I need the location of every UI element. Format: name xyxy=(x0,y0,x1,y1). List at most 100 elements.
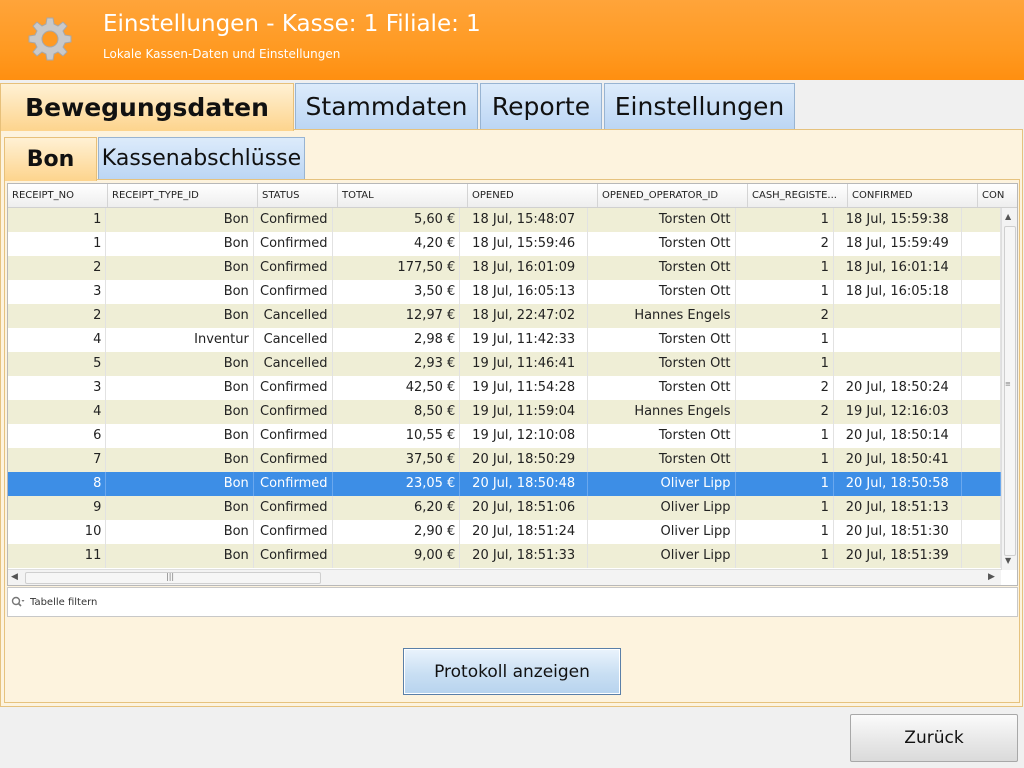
filter-input[interactable] xyxy=(30,592,430,612)
cell-confirmed xyxy=(834,328,962,352)
cell-receipt-no: 1 xyxy=(8,208,107,232)
tab-einstellungen[interactable]: Einstellungen xyxy=(604,83,795,129)
column-header-con[interactable]: CON xyxy=(978,184,1017,207)
cell-receipt-no: 10 xyxy=(8,520,107,544)
column-header-total[interactable]: TOTAL xyxy=(338,184,468,207)
cell-opened: 20 Jul, 18:50:29 xyxy=(460,448,589,472)
vertical-scrollbar[interactable]: ▲ ≡ ▼ xyxy=(1001,208,1017,570)
table-row[interactable]: 5 Bon Cancelled 2,93 €19 Jul, 11:46:41 Torst… xyxy=(8,352,1002,376)
cell-opened-operator: Torsten Ott xyxy=(588,376,736,400)
column-header-receipt-no[interactable]: RECEIPT_NO xyxy=(8,184,108,207)
table-row[interactable]: 8 Bon Confirmed 23,05 €20 Jul, 18:50:48 Oliv… xyxy=(8,472,1002,496)
gear-icon xyxy=(28,17,72,61)
horizontal-scrollbar[interactable]: ◀ ||| ▶ xyxy=(8,569,1001,585)
cell-con xyxy=(962,376,1002,400)
scroll-down-icon[interactable]: ▼ xyxy=(1005,556,1011,565)
tab-bewegungsdaten[interactable]: Bewegungsdaten xyxy=(0,83,294,131)
cell-confirmed: 20 Jul, 18:50:24 xyxy=(834,376,962,400)
table-row[interactable]: 7 Bon Confirmed 37,50 €20 Jul, 18:50:29 Tors… xyxy=(8,448,1002,472)
table-row[interactable]: 2 Bon Cancelled 12,97 €18 Jul, 22:47:02 Hann… xyxy=(8,304,1002,328)
cell-status: Confirmed xyxy=(254,232,333,256)
cell-opened: 18 Jul, 16:05:13 xyxy=(460,280,589,304)
cell-receipt-type: Bon xyxy=(106,304,254,328)
tab-stammdaten[interactable]: Stammdaten xyxy=(295,83,478,129)
cell-con xyxy=(962,304,1002,328)
cell-con xyxy=(962,280,1002,304)
column-header-confirmed[interactable]: CONFIRMED xyxy=(848,184,978,207)
table-row[interactable]: 3 Bon Confirmed 42,50 €19 Jul, 11:54:28 Tors… xyxy=(8,376,1002,400)
cell-opened-operator: Torsten Ott xyxy=(588,256,736,280)
cell-confirmed: 20 Jul, 18:51:13 xyxy=(834,496,962,520)
column-header-opened-operator[interactable]: OPENED_OPERATOR_ID xyxy=(598,184,748,207)
cell-con xyxy=(962,352,1002,376)
cell-total: 5,60 € xyxy=(333,208,461,232)
cell-con xyxy=(962,328,1002,352)
tab-reporte[interactable]: Reporte xyxy=(480,83,602,129)
cell-opened: 19 Jul, 11:54:28 xyxy=(460,376,589,400)
table-row[interactable]: 4 Inventur Cancelled 2,98 €19 Jul, 11:42:33… xyxy=(8,328,1002,352)
table-row[interactable]: 1 Bon Confirmed 4,20 €18 Jul, 15:59:46 Torst… xyxy=(8,232,1002,256)
cell-opened: 18 Jul, 16:01:09 xyxy=(460,256,589,280)
table-row[interactable]: 6 Bon Confirmed 10,55 €19 Jul, 12:10:08 Tors… xyxy=(8,424,1002,448)
cell-total: 3,50 € xyxy=(333,280,461,304)
table-row[interactable]: 10 Bon Confirmed 2,90 €20 Jul, 18:51:24 Oliv… xyxy=(8,520,1002,544)
cell-status: Confirmed xyxy=(254,280,333,304)
cell-status: Confirmed xyxy=(254,544,333,568)
title-bar: Einstellungen - Kasse: 1 Filiale: 1 Loka… xyxy=(0,0,1024,80)
cell-status: Confirmed xyxy=(254,400,333,424)
tab-kassenabschluesse[interactable]: Kassenabschlüsse xyxy=(98,137,305,179)
scroll-left-icon[interactable]: ◀ xyxy=(11,572,18,582)
cell-cash-register: 1 xyxy=(736,448,834,472)
vertical-scroll-thumb[interactable] xyxy=(1004,226,1016,556)
cell-con xyxy=(962,424,1002,448)
table-row[interactable]: 3 Bon Confirmed 3,50 €18 Jul, 16:05:13 Torst… xyxy=(8,280,1002,304)
back-button[interactable]: Zurück xyxy=(850,714,1018,762)
cell-cash-register: 1 xyxy=(736,496,834,520)
cell-confirmed: 18 Jul, 15:59:49 xyxy=(834,232,962,256)
cell-opened-operator: Oliver Lipp xyxy=(588,544,736,568)
cell-receipt-no: 4 xyxy=(8,328,107,352)
cell-opened-operator: Torsten Ott xyxy=(588,280,736,304)
cell-total: 2,90 € xyxy=(333,520,461,544)
table-row[interactable]: 1 Bon Confirmed 5,60 €18 Jul, 15:48:07 Torst… xyxy=(8,208,1002,232)
table-body: 1 Bon Confirmed 5,60 €18 Jul, 15:48:07 Torst… xyxy=(8,208,1002,568)
cell-receipt-type: Inventur xyxy=(106,328,254,352)
cell-opened: 19 Jul, 11:42:33 xyxy=(460,328,589,352)
column-header-cash-register[interactable]: CASH_REGISTE... xyxy=(748,184,848,207)
cell-status: Confirmed xyxy=(254,376,333,400)
cell-opened-operator: Oliver Lipp xyxy=(588,472,736,496)
cell-status: Cancelled xyxy=(254,328,333,352)
cell-confirmed: 18 Jul, 15:59:38 xyxy=(834,208,962,232)
column-header-receipt-type[interactable]: RECEIPT_TYPE_ID xyxy=(108,184,258,207)
cell-opened-operator: Torsten Ott xyxy=(588,328,736,352)
cell-confirmed: 20 Jul, 18:50:41 xyxy=(834,448,962,472)
cell-opened: 18 Jul, 15:59:46 xyxy=(460,232,589,256)
cell-con xyxy=(962,496,1002,520)
table-row[interactable]: 2 Bon Confirmed 177,50 €18 Jul, 16:01:09 Tor… xyxy=(8,256,1002,280)
cell-receipt-no: 1 xyxy=(8,232,107,256)
cell-status: Confirmed xyxy=(254,520,333,544)
table-header: RECEIPT_NO RECEIPT_TYPE_ID STATUS TOTAL … xyxy=(8,184,1017,208)
column-header-status[interactable]: STATUS xyxy=(258,184,338,207)
cell-total: 9,00 € xyxy=(333,544,461,568)
cell-cash-register: 1 xyxy=(736,472,834,496)
scroll-right-icon[interactable]: ▶ xyxy=(988,572,995,582)
show-log-button[interactable]: Protokoll anzeigen xyxy=(403,648,621,695)
cell-total: 42,50 € xyxy=(333,376,461,400)
cell-receipt-type: Bon xyxy=(106,208,254,232)
cell-total: 23,05 € xyxy=(333,472,461,496)
cell-status: Confirmed xyxy=(254,472,333,496)
cell-status: Confirmed xyxy=(254,256,333,280)
cell-receipt-no: 11 xyxy=(8,544,107,568)
column-header-opened[interactable]: OPENED xyxy=(468,184,598,207)
cell-receipt-type: Bon xyxy=(106,232,254,256)
table-row[interactable]: 9 Bon Confirmed 6,20 €20 Jul, 18:51:06 Olive… xyxy=(8,496,1002,520)
scroll-up-icon[interactable]: ▲ xyxy=(1005,212,1011,221)
cell-total: 4,20 € xyxy=(333,232,461,256)
table-row[interactable]: 11 Bon Confirmed 9,00 €20 Jul, 18:51:33 Oliv… xyxy=(8,544,1002,568)
cell-receipt-no: 2 xyxy=(8,256,107,280)
search-icon[interactable] xyxy=(11,596,25,608)
cell-con xyxy=(962,544,1002,568)
table-row[interactable]: 4 Bon Confirmed 8,50 €19 Jul, 11:59:04 Hanne… xyxy=(8,400,1002,424)
tab-bon[interactable]: Bon xyxy=(4,137,97,181)
